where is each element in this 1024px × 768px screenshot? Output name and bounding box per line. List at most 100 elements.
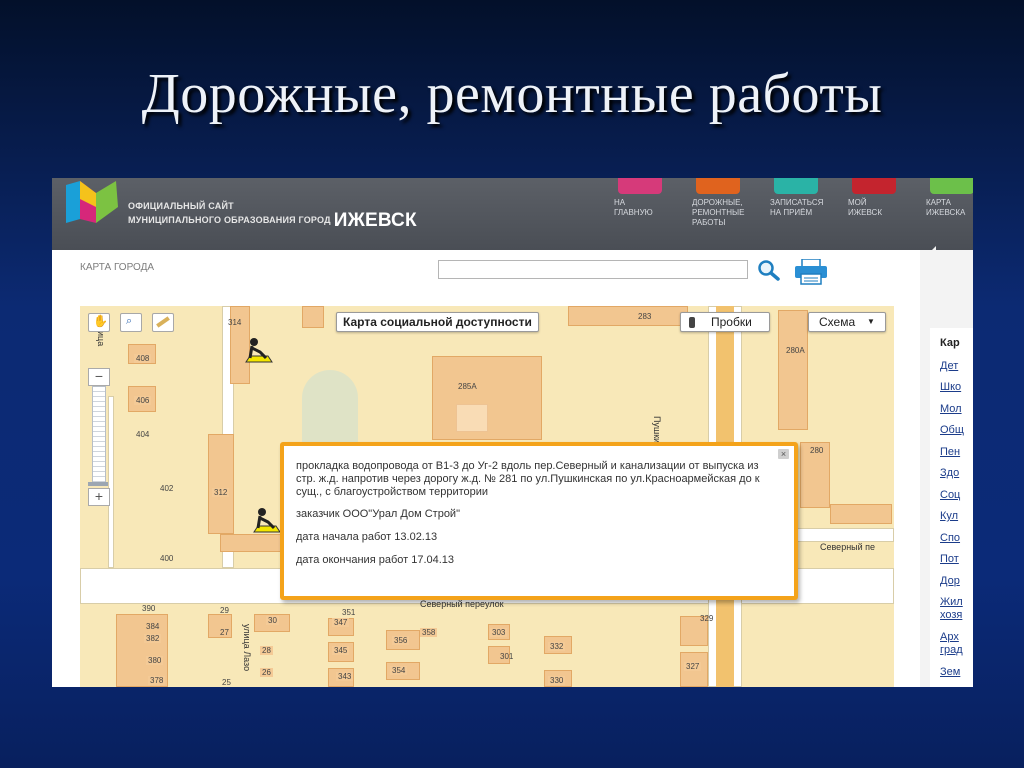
sidebar-link[interactable]: Дор	[940, 575, 960, 587]
sidebar-link[interactable]: Спо	[940, 532, 960, 544]
house-number: 312	[212, 488, 230, 497]
hand-tool-icon[interactable]: ✋	[88, 313, 110, 332]
nav-appointment-label: ЗАПИСАТЬСЯ НА ПРИЁМ	[770, 198, 824, 217]
nav-my-izhevsk-label: МОЙ ИЖЕВСК	[848, 198, 882, 217]
street-label: Северный переулок	[420, 599, 504, 609]
nav-home[interactable]: НА ГЛАВНУЮ	[614, 178, 684, 248]
clock-icon	[774, 178, 818, 194]
house-number: 382	[144, 634, 162, 643]
roadwork-start-date: дата начала работ 13.02.13	[296, 531, 438, 543]
home-icon	[618, 178, 662, 194]
ruler-tool-icon[interactable]	[152, 313, 174, 332]
nav-home-label: НА ГЛАВНУЮ	[614, 198, 653, 217]
building	[302, 306, 324, 328]
sidebar-link[interactable]: Мол	[940, 403, 962, 415]
house-number: 378	[148, 676, 166, 685]
house-number: 347	[332, 618, 350, 627]
print-icon[interactable]	[794, 259, 828, 285]
house-number: 327	[684, 662, 702, 671]
road-west	[108, 396, 114, 568]
city-name: ИЖЕВСК	[333, 210, 417, 231]
zoom-slider[interactable]	[92, 386, 106, 486]
house-number: 354	[390, 666, 408, 675]
sidebar-link[interactable]: Общ	[940, 424, 964, 436]
sidebar-link[interactable]: Пен	[940, 446, 960, 458]
sidebar-link[interactable]: Здо	[940, 467, 959, 479]
zoom-tool-icon[interactable]: ⌕	[120, 313, 142, 332]
house-number: 301	[500, 652, 514, 661]
zoom-thumb[interactable]	[88, 482, 108, 486]
sidebar-link[interactable]: Соц	[940, 489, 960, 501]
house-number: 280А	[786, 346, 805, 355]
house-number: 332	[548, 642, 566, 651]
scheme-dropdown[interactable]: Схема ▼	[808, 312, 886, 332]
sidebar-link[interactable]: Зем	[940, 666, 960, 678]
courtyard	[456, 404, 488, 432]
building	[208, 434, 234, 534]
street-label: Северный пе	[820, 542, 876, 552]
zoom-in-button[interactable]: +	[88, 488, 110, 506]
house-number: 314	[228, 318, 242, 327]
site-title: ОФИЦИАЛЬНЫЙ САЙТ МУНИЦИПАЛЬНОГО ОБРАЗОВА…	[128, 201, 417, 231]
nav-roadworks[interactable]: ДОРОЖНЫЕ, РЕМОНТНЫЕ РАБОТЫ	[692, 178, 762, 248]
house-number: 402	[160, 484, 174, 493]
page-heading: КАРТА ГОРОДА	[80, 262, 155, 273]
house-number: 330	[548, 676, 566, 685]
sidebar-link[interactable]: Жил	[940, 596, 963, 608]
heart-icon	[852, 178, 896, 194]
zoom-control[interactable]: − +	[88, 368, 110, 506]
site-title-line2: МУНИЦИПАЛЬНОГО ОБРАЗОВАНИЯ ГОРОД ИЖЕВСК	[128, 210, 417, 231]
sidebar-link[interactable]: хозя	[940, 609, 962, 621]
chevron-down-icon: ▼	[867, 317, 875, 326]
building	[220, 534, 288, 552]
house-number: 285А	[458, 382, 477, 391]
building	[778, 310, 808, 430]
house-number: 26	[260, 668, 273, 677]
house-number: 406	[134, 396, 152, 405]
zoom-out-button[interactable]: −	[88, 368, 110, 386]
sidebar-link[interactable]: Арх	[940, 631, 959, 643]
roadwork-marker-icon[interactable]	[244, 336, 274, 364]
roadwork-info-popup: × прокладка водопровода от В1-3 до Уг-2 …	[280, 442, 798, 600]
traffic-button[interactable]: Пробки	[680, 312, 770, 332]
city-map[interactable]: 314 283 408 406 404 402 400 285А 280А 28…	[80, 306, 894, 687]
sidebar-link[interactable]: Кул	[940, 510, 958, 522]
house-number: 28	[260, 646, 273, 655]
map-icon	[930, 178, 973, 194]
sidebar-link[interactable]: Шко	[940, 381, 961, 393]
close-icon[interactable]: ×	[778, 449, 789, 459]
traffic-light-icon	[689, 317, 695, 328]
right-sidebar: Кар Дет Шко Мол Общ Пен Здо Соц Кул Спо …	[920, 246, 973, 687]
house-number: 356	[392, 636, 410, 645]
sidebar-link[interactable]: Дет	[940, 360, 958, 372]
main-content: КАРТА ГОРОДА 314 283 408 406 404 402 400…	[52, 250, 920, 687]
nav-my-izhevsk[interactable]: МОЙ ИЖЕВСК	[848, 178, 918, 248]
sidebar-link[interactable]: Пот	[940, 553, 959, 565]
house-number: 280	[810, 446, 824, 455]
social-accessibility-button[interactable]: Карта социальной доступности	[336, 312, 539, 332]
house-number: 30	[266, 616, 279, 625]
nav-city-map-label: КАРТА ИЖЕВСКА	[926, 198, 966, 217]
site-header: ОФИЦИАЛЬНЫЙ САЙТ МУНИЦИПАЛЬНОГО ОБРАЗОВА…	[52, 178, 973, 250]
house-number: 329	[700, 614, 714, 623]
house-number: 380	[146, 656, 164, 665]
izhevsk-logo-icon[interactable]	[66, 181, 118, 223]
slide-title: Дорожные, ремонтные работы	[141, 63, 883, 125]
nav-appointment[interactable]: ЗАПИСАТЬСЯ НА ПРИЁМ	[770, 178, 840, 248]
house-number: 384	[146, 622, 160, 631]
house-number: 408	[134, 354, 152, 363]
search-input[interactable]	[438, 260, 748, 279]
roadwork-customer: заказчик ООО"Урал Дом Строй"	[296, 508, 460, 520]
scheme-label: Схема	[819, 315, 856, 329]
sidebar-heading: Кар	[940, 337, 960, 349]
house-number: 343	[336, 672, 354, 681]
house-number: 345	[332, 646, 350, 655]
street-label: улица Лазо	[242, 624, 252, 672]
house-number: 283	[638, 312, 652, 321]
sidebar-link[interactable]: град	[940, 644, 963, 656]
roadwork-marker-icon[interactable]	[252, 506, 282, 534]
traffic-button-label: Пробки	[711, 315, 752, 329]
house-number: 400	[160, 554, 174, 563]
search-icon[interactable]	[756, 259, 782, 281]
nav-city-map[interactable]: КАРТА ИЖЕВСКА	[926, 178, 973, 248]
